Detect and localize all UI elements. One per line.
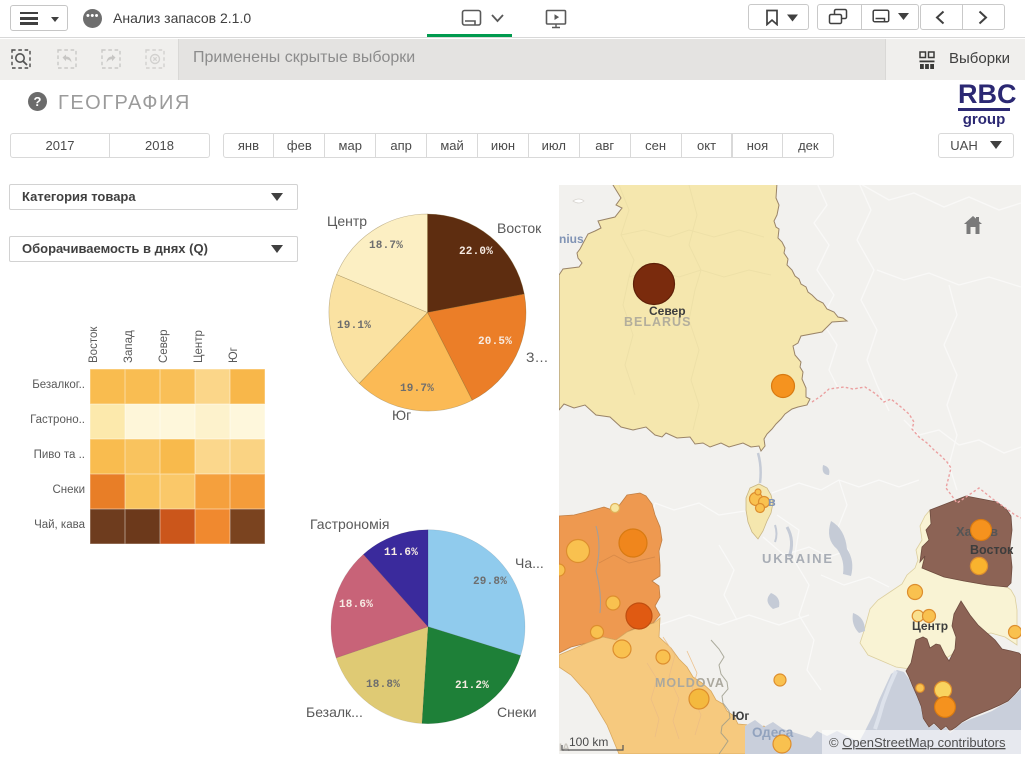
svg-text:Север: Север: [649, 304, 686, 318]
svg-text:nius: nius: [559, 232, 584, 246]
svg-text:в: в: [768, 495, 776, 509]
svg-text:Юг: Юг: [732, 709, 749, 723]
svg-text:Восток: Восток: [970, 543, 1014, 557]
svg-text:© OpenStreetMap contributors: © OpenStreetMap contributors: [829, 735, 1006, 750]
svg-text:100 km: 100 km: [569, 735, 608, 749]
svg-text:UKRAINE: UKRAINE: [762, 551, 834, 566]
svg-text:Центр: Центр: [912, 619, 948, 633]
svg-text:MOLDOVA: MOLDOVA: [655, 676, 725, 690]
